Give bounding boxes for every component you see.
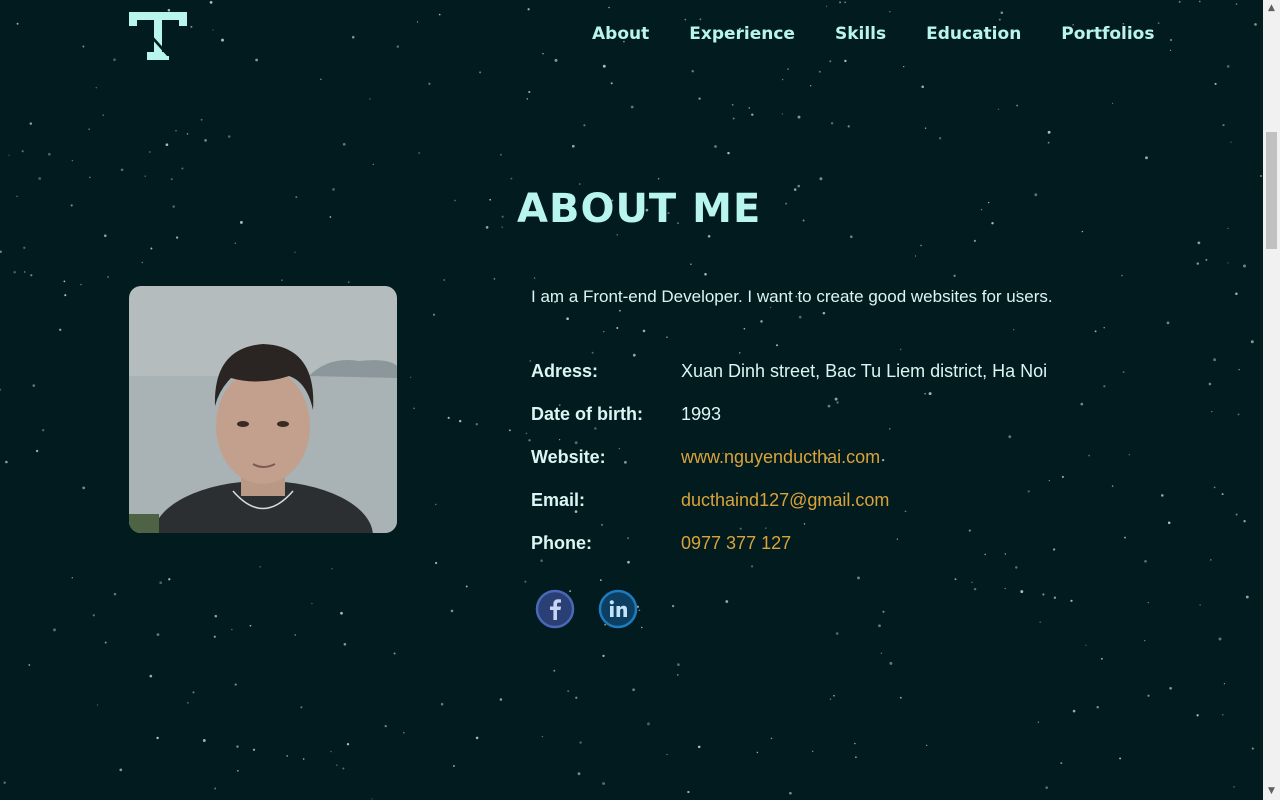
nav-about[interactable]: About (592, 24, 649, 44)
profile-photo (129, 286, 397, 533)
nav-skills[interactable]: Skills (835, 24, 886, 44)
detail-label: Date of birth: (531, 404, 643, 424)
site-logo[interactable] (129, 12, 187, 60)
phone-link[interactable]: 0977 377 127 (681, 533, 791, 554)
page: About Experience Skills Education Portfo… (0, 0, 1263, 800)
intro-text: I am a Front-end Developer. I want to cr… (531, 287, 1053, 306)
detail-label: Website: (531, 447, 606, 467)
detail-label: Adress: (531, 361, 599, 381)
detail-label: Phone: (531, 533, 592, 553)
website-link[interactable]: www.nguyenducthai.com (681, 447, 880, 468)
detail-value: 1993 (681, 404, 722, 424)
main-nav: About Experience Skills Education Portfo… (592, 24, 1154, 44)
nav-experience[interactable]: Experience (689, 24, 795, 44)
scroll-up-icon[interactable]: ▲ (1263, 0, 1280, 17)
scrollbar[interactable]: ▲ ▼ (1263, 0, 1280, 800)
facebook-icon[interactable] (534, 588, 576, 630)
section-title: ABOUT ME (517, 186, 762, 232)
scroll-down-icon[interactable]: ▼ (1263, 783, 1280, 800)
detail-label: Email: (531, 490, 586, 510)
email-link[interactable]: ducthaind127@gmail.com (681, 490, 889, 511)
nav-portfolios[interactable]: Portfolios (1061, 24, 1154, 44)
nav-education[interactable]: Education (926, 24, 1021, 44)
scrollbar-thumb[interactable] (1266, 132, 1277, 249)
linkedin-icon[interactable] (597, 588, 639, 630)
detail-value: Xuan Dinh street, Bac Tu Liem district, … (681, 361, 1048, 381)
